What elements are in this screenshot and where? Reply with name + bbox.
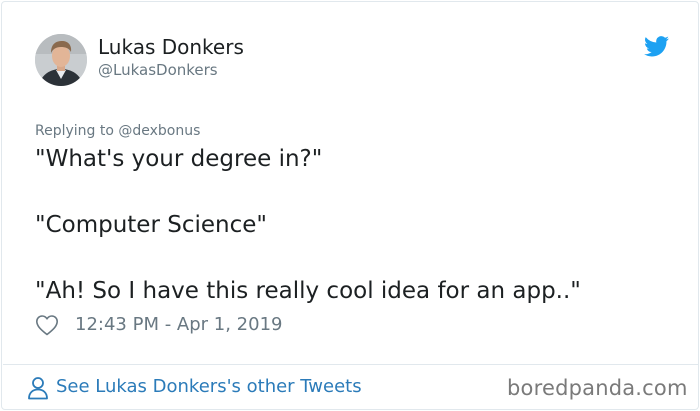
see-other-tweets-link[interactable]: See Lukas Donkers's other Tweets [56,376,362,397]
tweet-text-line: "Ah! So I have this really cool idea for… [35,278,581,304]
reply-context[interactable]: Replying to @dexbonus [35,123,200,139]
twitter-bird-icon[interactable] [644,36,669,57]
watermark: boredpanda.com [507,376,688,400]
tweet-timestamp[interactable]: 12:43 PM - Apr 1, 2019 [75,314,282,335]
heart-outline-icon[interactable] [35,314,59,336]
user-outline-icon[interactable] [27,376,49,400]
tweet-card: Lukas Donkers @LukasDonkers Replying to … [1,1,699,410]
author-handle[interactable]: @LukasDonkers [98,61,218,79]
avatar[interactable] [35,34,87,86]
footer-divider [3,364,699,365]
tweet-text-line: "What's your degree in?" [35,146,323,172]
author-display-name[interactable]: Lukas Donkers [98,35,244,59]
tweet-text-line: "Computer Science" [35,212,267,238]
avatar-photo [35,34,87,86]
